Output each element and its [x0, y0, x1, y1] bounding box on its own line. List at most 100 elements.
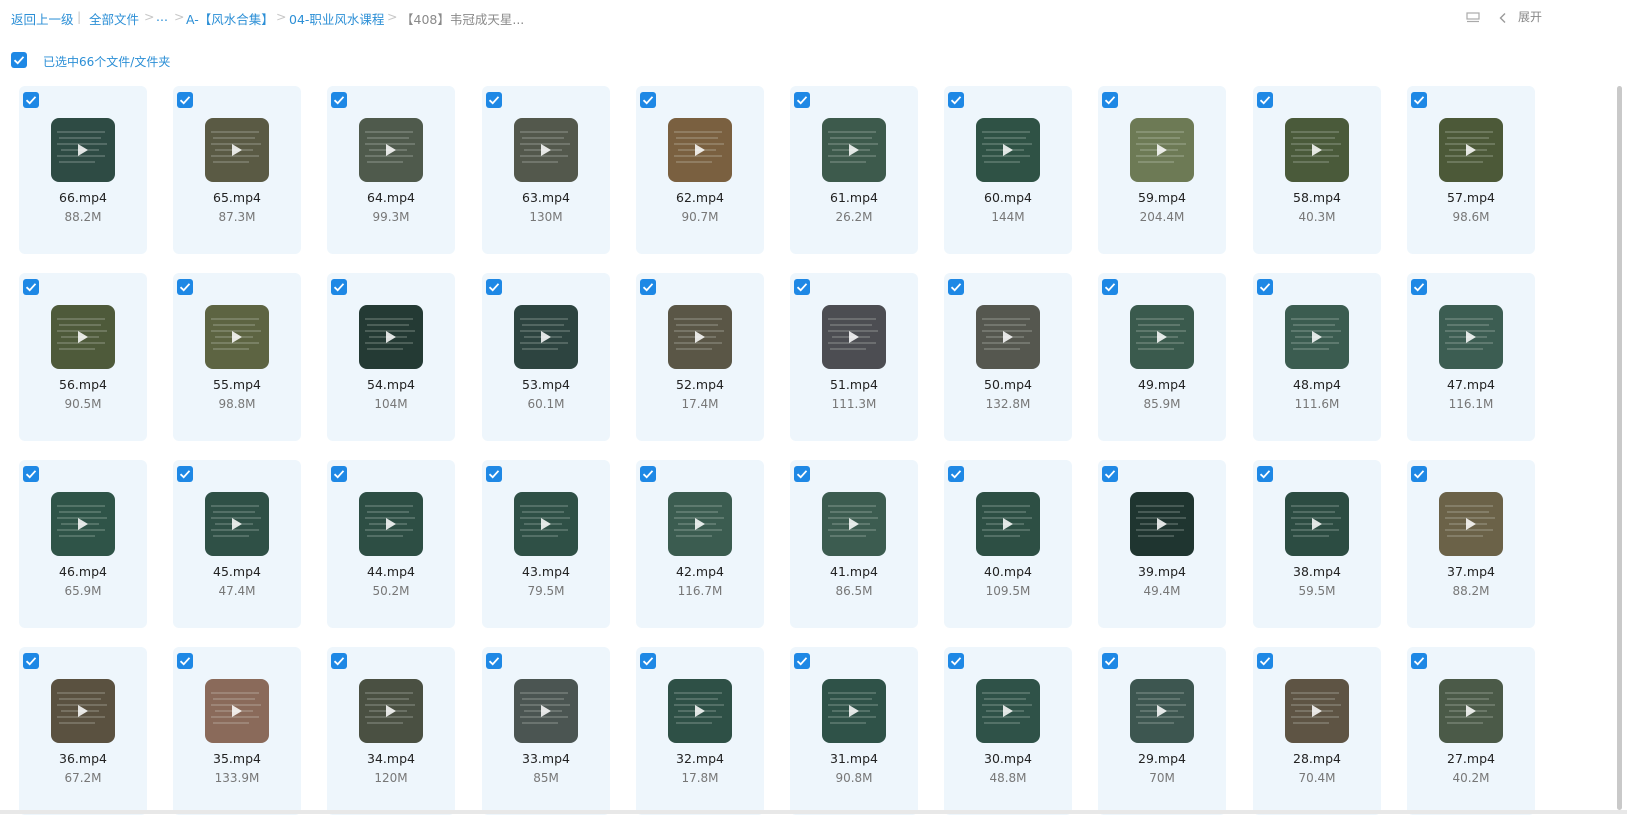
file-checkbox[interactable] [1102, 279, 1118, 295]
file-card[interactable]: 59.mp4 204.4M [1098, 86, 1226, 254]
video-thumbnail[interactable] [668, 492, 732, 556]
file-checkbox[interactable] [1102, 466, 1118, 482]
file-checkbox[interactable] [1102, 92, 1118, 108]
file-card[interactable]: 57.mp4 98.6M [1407, 86, 1535, 254]
file-card[interactable]: 29.mp4 70M [1098, 647, 1226, 815]
video-thumbnail[interactable] [359, 305, 423, 369]
file-checkbox[interactable] [948, 653, 964, 669]
video-thumbnail[interactable] [514, 118, 578, 182]
video-thumbnail[interactable] [1439, 492, 1503, 556]
file-checkbox[interactable] [177, 466, 193, 482]
view-mode-icon[interactable] [1466, 9, 1480, 23]
file-card[interactable]: 40.mp4 109.5M [944, 460, 1072, 628]
file-checkbox[interactable] [948, 92, 964, 108]
breadcrumb-ellipsis[interactable]: ... [156, 9, 168, 24]
file-card[interactable]: 60.mp4 144M [944, 86, 1072, 254]
file-checkbox[interactable] [1102, 653, 1118, 669]
breadcrumb-root[interactable]: 全部文件 [89, 9, 139, 28]
video-thumbnail[interactable] [205, 305, 269, 369]
video-thumbnail[interactable] [1130, 679, 1194, 743]
video-thumbnail[interactable] [359, 492, 423, 556]
back-link[interactable]: 返回上一级 [11, 9, 74, 28]
file-checkbox[interactable] [177, 92, 193, 108]
video-thumbnail[interactable] [976, 679, 1040, 743]
file-card[interactable]: 47.mp4 116.1M [1407, 273, 1535, 441]
file-card[interactable]: 46.mp4 65.9M [19, 460, 147, 628]
video-thumbnail[interactable] [822, 492, 886, 556]
file-card[interactable]: 49.mp4 85.9M [1098, 273, 1226, 441]
video-thumbnail[interactable] [51, 679, 115, 743]
file-card[interactable]: 32.mp4 17.8M [636, 647, 764, 815]
video-thumbnail[interactable] [1439, 679, 1503, 743]
file-card[interactable]: 44.mp4 50.2M [327, 460, 455, 628]
file-card[interactable]: 27.mp4 40.2M [1407, 647, 1535, 815]
file-card[interactable]: 39.mp4 49.4M [1098, 460, 1226, 628]
file-card[interactable]: 41.mp4 86.5M [790, 460, 918, 628]
scrollbar[interactable] [1617, 86, 1622, 810]
file-checkbox[interactable] [640, 466, 656, 482]
file-checkbox[interactable] [1411, 279, 1427, 295]
video-thumbnail[interactable] [822, 679, 886, 743]
file-card[interactable]: 52.mp4 17.4M [636, 273, 764, 441]
video-thumbnail[interactable] [976, 118, 1040, 182]
video-thumbnail[interactable] [514, 305, 578, 369]
file-checkbox[interactable] [1257, 466, 1273, 482]
file-card[interactable]: 37.mp4 88.2M [1407, 460, 1535, 628]
video-thumbnail[interactable] [205, 679, 269, 743]
file-checkbox[interactable] [486, 653, 502, 669]
file-checkbox[interactable] [948, 279, 964, 295]
file-checkbox[interactable] [794, 279, 810, 295]
video-thumbnail[interactable] [514, 492, 578, 556]
file-checkbox[interactable] [640, 279, 656, 295]
file-card[interactable]: 66.mp4 88.2M [19, 86, 147, 254]
video-thumbnail[interactable] [1439, 118, 1503, 182]
file-card[interactable]: 61.mp4 26.2M [790, 86, 918, 254]
file-checkbox[interactable] [1257, 653, 1273, 669]
file-card[interactable]: 42.mp4 116.7M [636, 460, 764, 628]
video-thumbnail[interactable] [514, 679, 578, 743]
file-card[interactable]: 36.mp4 67.2M [19, 647, 147, 815]
file-card[interactable]: 54.mp4 104M [327, 273, 455, 441]
file-checkbox[interactable] [1257, 279, 1273, 295]
file-card[interactable]: 65.mp4 87.3M [173, 86, 301, 254]
file-checkbox[interactable] [331, 653, 347, 669]
file-card[interactable]: 62.mp4 90.7M [636, 86, 764, 254]
video-thumbnail[interactable] [205, 118, 269, 182]
file-checkbox[interactable] [331, 92, 347, 108]
video-thumbnail[interactable] [976, 305, 1040, 369]
video-thumbnail[interactable] [1130, 305, 1194, 369]
file-checkbox[interactable] [1411, 653, 1427, 669]
video-thumbnail[interactable] [51, 118, 115, 182]
file-card[interactable]: 31.mp4 90.8M [790, 647, 918, 815]
file-card[interactable]: 56.mp4 90.5M [19, 273, 147, 441]
video-thumbnail[interactable] [1130, 118, 1194, 182]
video-thumbnail[interactable] [1285, 305, 1349, 369]
video-thumbnail[interactable] [668, 305, 732, 369]
video-thumbnail[interactable] [1285, 118, 1349, 182]
file-checkbox[interactable] [486, 279, 502, 295]
file-checkbox[interactable] [1411, 466, 1427, 482]
file-checkbox[interactable] [948, 466, 964, 482]
file-card[interactable]: 28.mp4 70.4M [1253, 647, 1381, 815]
video-thumbnail[interactable] [51, 305, 115, 369]
file-checkbox[interactable] [23, 653, 39, 669]
file-checkbox[interactable] [23, 279, 39, 295]
video-thumbnail[interactable] [1285, 679, 1349, 743]
file-card[interactable]: 45.mp4 47.4M [173, 460, 301, 628]
file-card[interactable]: 38.mp4 59.5M [1253, 460, 1381, 628]
breadcrumb-level2[interactable]: 04-职业风水课程 [289, 9, 384, 28]
file-card[interactable]: 53.mp4 60.1M [482, 273, 610, 441]
video-thumbnail[interactable] [51, 492, 115, 556]
expand-button[interactable]: 展开 [1518, 8, 1542, 25]
file-card[interactable]: 35.mp4 133.9M [173, 647, 301, 815]
file-card[interactable]: 50.mp4 132.8M [944, 273, 1072, 441]
file-card[interactable]: 48.mp4 111.6M [1253, 273, 1381, 441]
file-checkbox[interactable] [486, 92, 502, 108]
breadcrumb-level1[interactable]: A-【风水合集】 [186, 9, 274, 28]
chevron-left-icon[interactable] [1498, 9, 1512, 23]
video-thumbnail[interactable] [822, 118, 886, 182]
file-checkbox[interactable] [1411, 92, 1427, 108]
video-thumbnail[interactable] [668, 118, 732, 182]
file-card[interactable]: 30.mp4 48.8M [944, 647, 1072, 815]
video-thumbnail[interactable] [668, 679, 732, 743]
